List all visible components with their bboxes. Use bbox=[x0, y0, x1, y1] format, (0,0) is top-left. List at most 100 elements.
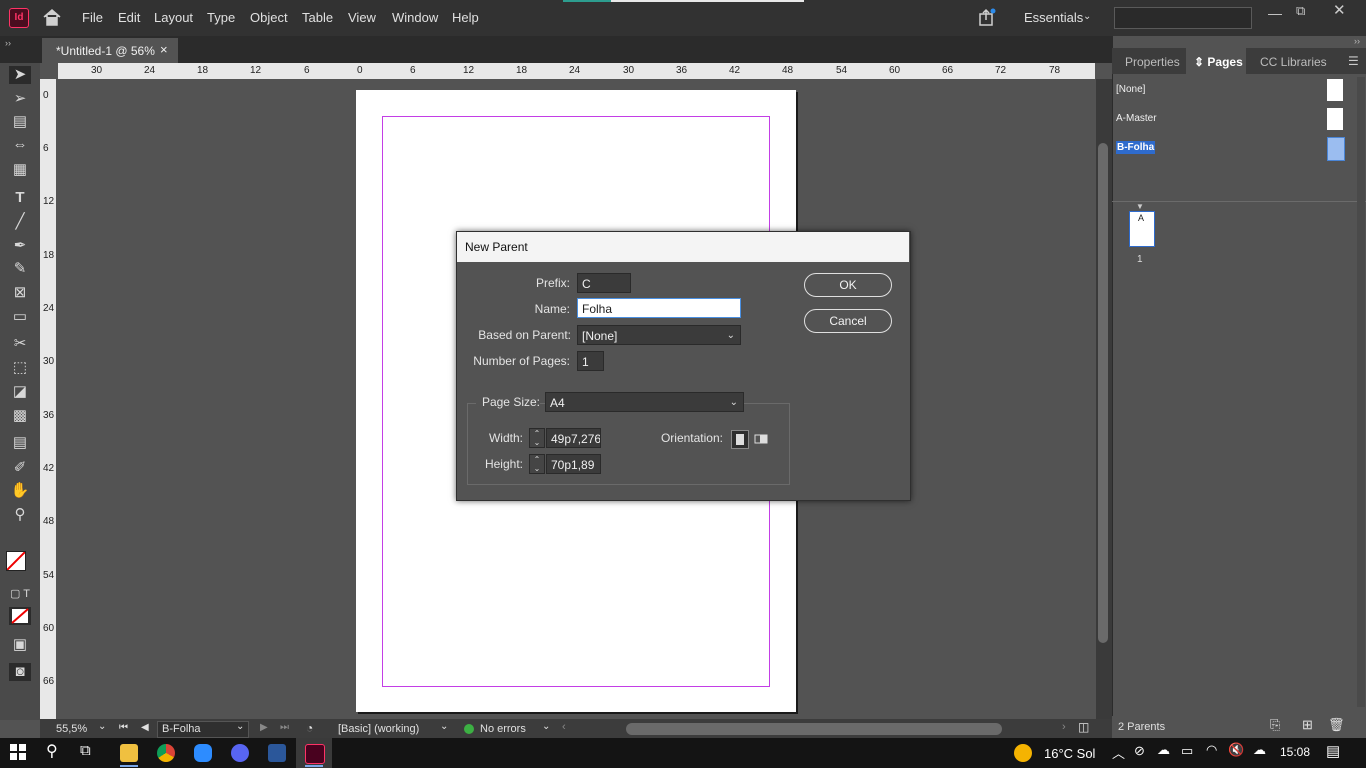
page-thumbnail[interactable]: A bbox=[1129, 211, 1155, 247]
portrait-orientation-icon[interactable] bbox=[731, 430, 749, 449]
weather-icon[interactable] bbox=[1014, 744, 1032, 762]
parent-item-a-master[interactable]: A-Master bbox=[1116, 113, 1157, 124]
menu-layout[interactable]: Layout bbox=[154, 10, 193, 25]
parent-thumbnail[interactable] bbox=[1327, 79, 1343, 101]
word-icon[interactable] bbox=[268, 744, 286, 762]
panel-scrollbar[interactable] bbox=[1357, 77, 1365, 707]
indesign-icon[interactable] bbox=[305, 744, 325, 764]
zoom-level[interactable]: 55,5% bbox=[56, 723, 87, 735]
menu-view[interactable]: View bbox=[348, 10, 376, 25]
menu-file[interactable]: File bbox=[82, 10, 103, 25]
ok-button[interactable]: OK bbox=[804, 273, 892, 297]
gap-tool-icon[interactable]: ⇔ bbox=[9, 136, 31, 154]
menu-object[interactable]: Object bbox=[250, 10, 288, 25]
notification-icon[interactable]: ▤ bbox=[1326, 742, 1340, 760]
scroll-right-icon[interactable]: › bbox=[1062, 721, 1066, 733]
parent-thumbnail-selected[interactable] bbox=[1327, 137, 1345, 161]
gradient-swatch-icon[interactable]: ◪ bbox=[9, 383, 31, 401]
restore-icon[interactable]: ⧉ bbox=[1296, 3, 1305, 19]
start-icon[interactable] bbox=[10, 744, 26, 760]
preflight-profile[interactable]: [Basic] (working) bbox=[338, 723, 419, 735]
height-field[interactable]: 70p1,89 bbox=[546, 454, 601, 474]
clock[interactable]: 15:08 bbox=[1280, 745, 1310, 759]
direct-selection-tool-icon[interactable]: ➢ bbox=[9, 90, 31, 108]
volume-muted-icon[interactable]: 🔇 bbox=[1228, 742, 1244, 758]
edit-page-size-icon[interactable]: ⎘ bbox=[1270, 717, 1280, 733]
document-tab[interactable]: *Untitled-1 @ 56% × bbox=[42, 38, 178, 63]
gradient-feather-icon[interactable]: ▩ bbox=[9, 407, 31, 425]
discord-icon[interactable] bbox=[231, 744, 249, 762]
view-mode-icon[interactable]: ▣ bbox=[9, 636, 31, 654]
preflight-icon[interactable]: ◔ bbox=[306, 721, 313, 735]
close-icon[interactable]: × bbox=[160, 42, 168, 57]
rectangle-frame-icon[interactable]: ⊠ bbox=[9, 284, 31, 302]
cancel-button[interactable]: Cancel bbox=[804, 309, 892, 333]
panel-menu-icon[interactable]: ☰ bbox=[1348, 54, 1359, 68]
menu-type[interactable]: Type bbox=[207, 10, 235, 25]
screen-mode-icon[interactable]: ◙ bbox=[9, 663, 31, 681]
type-tool-icon[interactable]: T bbox=[9, 189, 31, 207]
scissors-tool-icon[interactable]: ✂ bbox=[9, 335, 31, 353]
fill-swatch-icon[interactable] bbox=[6, 551, 26, 571]
page-tool-icon[interactable]: ▤ bbox=[9, 113, 31, 131]
prefix-field[interactable]: C bbox=[577, 273, 631, 293]
width-field[interactable]: 49p7,276 bbox=[546, 428, 601, 448]
parent-item-none[interactable]: [None] bbox=[1116, 84, 1145, 95]
parent-item-b-folha[interactable]: B-Folha bbox=[1116, 141, 1156, 154]
note-tool-icon[interactable]: ▤ bbox=[9, 434, 31, 452]
zoom-tool-icon[interactable]: ⚲ bbox=[9, 506, 31, 524]
free-transform-icon[interactable]: ⬚ bbox=[9, 359, 31, 377]
search-icon[interactable]: ⚲ bbox=[46, 741, 58, 761]
chevron-down-icon[interactable]: ⌄ bbox=[542, 721, 550, 732]
landscape-orientation-icon[interactable] bbox=[753, 430, 769, 447]
tab-cc-libraries[interactable]: CC Libraries bbox=[1260, 55, 1327, 69]
selection-tool-icon[interactable]: ➤ bbox=[9, 66, 31, 84]
parent-thumbnail[interactable] bbox=[1327, 108, 1343, 130]
next-page-icon[interactable]: ▶ bbox=[260, 722, 268, 733]
first-page-icon[interactable]: ⏮ bbox=[119, 722, 128, 733]
panel-collapse-icon[interactable]: ›› bbox=[5, 38, 11, 48]
wifi-icon[interactable]: ◠ bbox=[1206, 742, 1217, 758]
menu-table[interactable]: Table bbox=[302, 10, 333, 25]
split-view-icon[interactable]: ◫ bbox=[1078, 720, 1089, 734]
formatting-container-icon[interactable]: ▢ T bbox=[9, 585, 31, 603]
content-collector-icon[interactable]: ▦ bbox=[9, 161, 31, 179]
error-status[interactable]: No errors bbox=[480, 723, 526, 735]
number-of-pages-field[interactable]: 1 bbox=[577, 351, 604, 371]
weather-text[interactable]: 16°C Sol bbox=[1044, 746, 1095, 761]
pencil-tool-icon[interactable]: ✎ bbox=[9, 260, 31, 278]
delete-icon[interactable]: 🗑 bbox=[1328, 717, 1345, 733]
onedrive-icon[interactable]: ☁ bbox=[1253, 742, 1266, 758]
last-page-icon[interactable]: ⏭ bbox=[280, 722, 289, 733]
page-size-select[interactable]: A4 ⌄ bbox=[545, 392, 744, 412]
network-status-icon[interactable]: ⊘ bbox=[1134, 743, 1145, 759]
rectangle-tool-icon[interactable]: ▭ bbox=[9, 308, 31, 326]
horizontal-scrollbar-thumb[interactable] bbox=[626, 723, 1002, 735]
apply-none-icon[interactable] bbox=[9, 607, 31, 625]
file-explorer-icon[interactable] bbox=[120, 744, 138, 762]
workspace-switcher[interactable]: Essentials bbox=[1024, 10, 1083, 25]
share-icon[interactable] bbox=[978, 8, 996, 26]
pen-tool-icon[interactable]: ✒ bbox=[9, 237, 31, 255]
tab-properties[interactable]: Properties bbox=[1125, 55, 1180, 69]
home-icon[interactable] bbox=[42, 8, 62, 26]
tray-chevron-icon[interactable]: ︿ bbox=[1112, 743, 1125, 762]
menu-window[interactable]: Window bbox=[392, 10, 438, 25]
close-icon[interactable]: ✕ bbox=[1333, 1, 1346, 19]
new-page-icon[interactable]: ⊞ bbox=[1302, 717, 1313, 733]
scroll-left-icon[interactable]: ‹ bbox=[562, 721, 566, 733]
panel-collapse-icon[interactable]: ›› bbox=[1354, 36, 1360, 46]
based-on-parent-select[interactable]: [None] ⌄ bbox=[577, 325, 741, 345]
width-stepper[interactable]: ⌃ ⌄ bbox=[529, 428, 545, 448]
chevron-down-icon[interactable]: ⌄ bbox=[98, 721, 106, 732]
menu-help[interactable]: Help bbox=[452, 10, 479, 25]
chevron-down-icon[interactable]: ⌄ bbox=[440, 721, 448, 732]
scrollbar-thumb[interactable] bbox=[1098, 143, 1108, 643]
battery-icon[interactable]: ▭ bbox=[1181, 743, 1193, 759]
hand-tool-icon[interactable]: ✋ bbox=[9, 482, 31, 500]
name-field[interactable]: Folha bbox=[577, 298, 741, 318]
chrome-icon[interactable] bbox=[157, 744, 175, 762]
page-selector[interactable]: B-Folha ⌄ bbox=[157, 721, 249, 738]
task-view-icon[interactable]: ⧉ bbox=[80, 742, 91, 759]
prev-page-icon[interactable]: ◀ bbox=[141, 722, 149, 733]
